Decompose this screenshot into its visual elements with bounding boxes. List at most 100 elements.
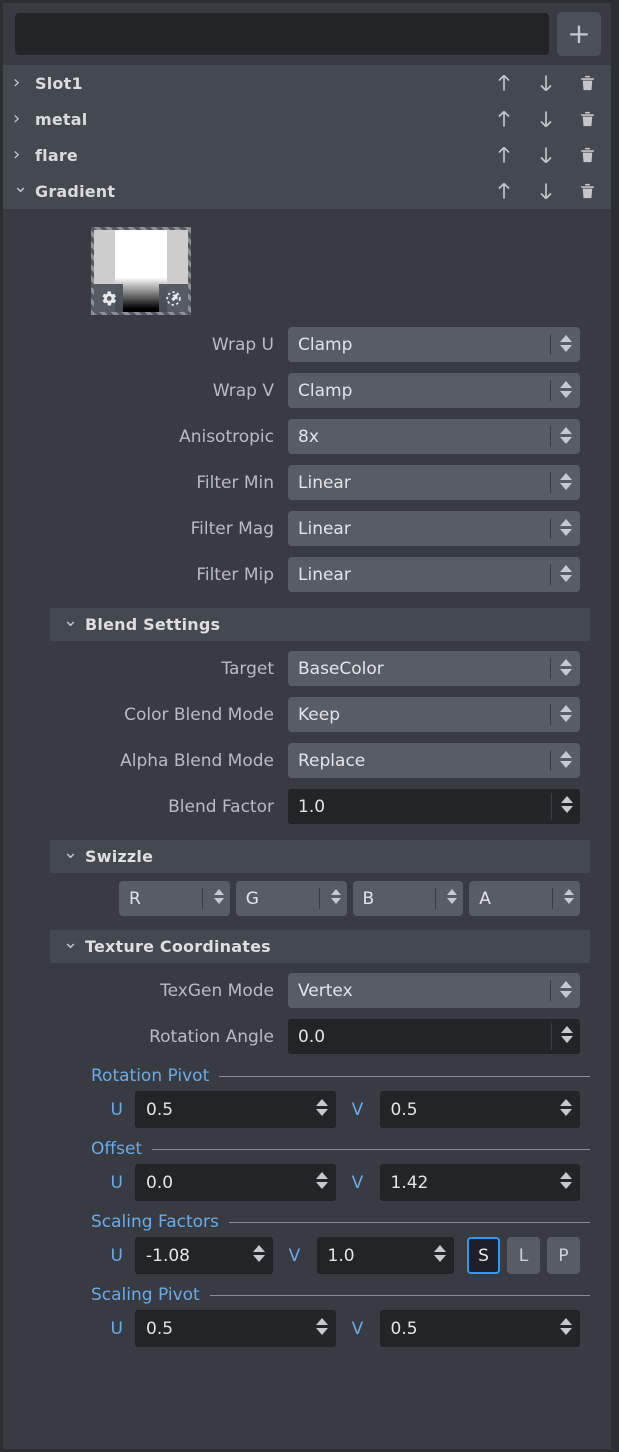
- spinner-arrows-icon[interactable]: [560, 705, 572, 722]
- spinner-arrows-icon[interactable]: [564, 889, 574, 904]
- layer-search-input[interactable]: [15, 13, 549, 55]
- property-dropdown[interactable]: Linear: [288, 557, 580, 592]
- swizzle-channel-dropdown[interactable]: R: [119, 881, 230, 916]
- layer-row[interactable]: Gradient: [3, 173, 611, 209]
- layer-row[interactable]: metal: [3, 101, 611, 137]
- property-dropdown[interactable]: Keep: [288, 697, 580, 732]
- swizzle-channel-dropdown[interactable]: B: [353, 881, 464, 916]
- spinner-arrows-icon[interactable]: [560, 473, 572, 490]
- property-dropdown[interactable]: BaseColor: [288, 651, 580, 686]
- spinner-arrows-icon[interactable]: [253, 1245, 265, 1262]
- property-label: Filter Min: [3, 473, 288, 493]
- layer-move-down-button[interactable]: [536, 72, 556, 94]
- spinner-arrows-icon[interactable]: [316, 1172, 328, 1189]
- texgen-mode-dropdown[interactable]: Vertex: [288, 973, 580, 1008]
- divider: [550, 980, 551, 1001]
- layer-delete-button[interactable]: [578, 108, 597, 130]
- rotation-angle-input[interactable]: 0.0: [288, 1019, 580, 1054]
- move-down-icon: [536, 180, 556, 202]
- property-dropdown[interactable]: 8x: [288, 419, 580, 454]
- texture-settings-button[interactable]: [94, 284, 123, 312]
- property-dropdown[interactable]: Clamp: [288, 373, 580, 408]
- property-row: Filter Mag Linear: [3, 509, 611, 548]
- property-label: TexGen Mode: [3, 981, 288, 1001]
- add-layer-button[interactable]: +: [557, 12, 601, 56]
- spinner-arrows-icon[interactable]: [560, 1099, 572, 1116]
- section-header-blend-settings[interactable]: Blend Settings: [50, 608, 590, 641]
- divider: [319, 888, 320, 909]
- u-label: U: [3, 1319, 135, 1339]
- spinner-arrows-icon[interactable]: [561, 796, 573, 813]
- spinner-arrows-icon[interactable]: [331, 889, 341, 904]
- spinner-arrows-icon[interactable]: [561, 1026, 573, 1043]
- scaling-mode-button[interactable]: S: [467, 1237, 500, 1274]
- spinner-arrows-icon[interactable]: [560, 427, 572, 444]
- spinner-arrows-icon[interactable]: [316, 1318, 328, 1335]
- property-row: Filter Min Linear: [3, 463, 611, 502]
- spinner-arrows-icon[interactable]: [560, 1172, 572, 1189]
- layer-move-up-button[interactable]: [494, 108, 514, 130]
- layer-move-down-button[interactable]: [536, 108, 556, 130]
- layer-row-actions: [494, 144, 597, 166]
- spinner-arrows-icon[interactable]: [560, 751, 572, 768]
- spinner-arrows-icon[interactable]: [560, 381, 572, 398]
- spinner-arrows-icon[interactable]: [316, 1099, 328, 1116]
- chevron-down-icon[interactable]: [13, 182, 35, 200]
- texture-expand-button[interactable]: [159, 284, 188, 312]
- layer-move-up-button[interactable]: [494, 72, 514, 94]
- spinner-arrows-icon[interactable]: [560, 981, 572, 998]
- layer-delete-button[interactable]: [578, 72, 597, 94]
- layer-row[interactable]: flare: [3, 137, 611, 173]
- property-numeric-input[interactable]: 1.0: [288, 789, 580, 824]
- v-value-input[interactable]: 0.5: [380, 1310, 581, 1347]
- move-up-icon: [494, 108, 514, 130]
- property-dropdown[interactable]: Linear: [288, 511, 580, 546]
- property-dropdown[interactable]: Replace: [288, 743, 580, 778]
- divider: [550, 380, 551, 401]
- chevron-down-icon: [63, 616, 85, 634]
- divider: [435, 888, 436, 909]
- property-row: Wrap V Clamp: [3, 371, 611, 410]
- u-value-input[interactable]: 0.5: [135, 1310, 336, 1347]
- property-row: Alpha Blend Mode Replace: [3, 741, 611, 780]
- property-dropdown[interactable]: Linear: [288, 465, 580, 500]
- chevron-right-icon[interactable]: [13, 74, 35, 92]
- spinner-arrows-icon[interactable]: [560, 1318, 572, 1335]
- v-value-input[interactable]: 1.0: [317, 1237, 455, 1274]
- spinner-arrows-icon[interactable]: [560, 565, 572, 582]
- v-value-input[interactable]: 0.5: [380, 1091, 581, 1128]
- spinner-arrows-icon[interactable]: [560, 659, 572, 676]
- divider: [229, 1222, 590, 1223]
- layer-move-down-button[interactable]: [536, 144, 556, 166]
- swizzle-channel-dropdown[interactable]: G: [236, 881, 347, 916]
- u-value-input[interactable]: 0.5: [135, 1091, 336, 1128]
- swizzle-channel-dropdown[interactable]: A: [469, 881, 580, 916]
- divider: [550, 334, 551, 355]
- texture-preview[interactable]: [91, 227, 191, 315]
- u-value-input[interactable]: 0.0: [135, 1164, 336, 1201]
- v-value-input[interactable]: 1.42: [380, 1164, 581, 1201]
- property-label: Blend Factor: [3, 797, 288, 817]
- layer-delete-button[interactable]: [578, 144, 597, 166]
- scaling-mode-button[interactable]: L: [507, 1237, 540, 1274]
- move-up-icon: [494, 144, 514, 166]
- u-value-input[interactable]: -1.08: [135, 1237, 273, 1274]
- layer-move-up-button[interactable]: [494, 144, 514, 166]
- section-header-texture-coordinates[interactable]: Texture Coordinates: [50, 930, 590, 963]
- spinner-arrows-icon[interactable]: [560, 519, 572, 536]
- layer-move-up-button[interactable]: [494, 180, 514, 202]
- property-dropdown[interactable]: Clamp: [288, 327, 580, 362]
- scaling-mode-button[interactable]: P: [547, 1237, 580, 1274]
- spinner-arrows-icon[interactable]: [434, 1245, 446, 1262]
- spinner-arrows-icon[interactable]: [447, 889, 457, 904]
- layer-row[interactable]: Slot1: [3, 65, 611, 101]
- chevron-right-icon[interactable]: [13, 110, 35, 128]
- input-value: 0.5: [146, 1319, 173, 1339]
- chevron-right-icon[interactable]: [13, 146, 35, 164]
- layer-delete-button[interactable]: [578, 180, 597, 202]
- layer-move-down-button[interactable]: [536, 180, 556, 202]
- spinner-arrows-icon[interactable]: [214, 889, 224, 904]
- section-header-swizzle[interactable]: Swizzle: [50, 840, 590, 873]
- spinner-arrows-icon[interactable]: [560, 335, 572, 352]
- dropdown-value: Linear: [298, 473, 351, 493]
